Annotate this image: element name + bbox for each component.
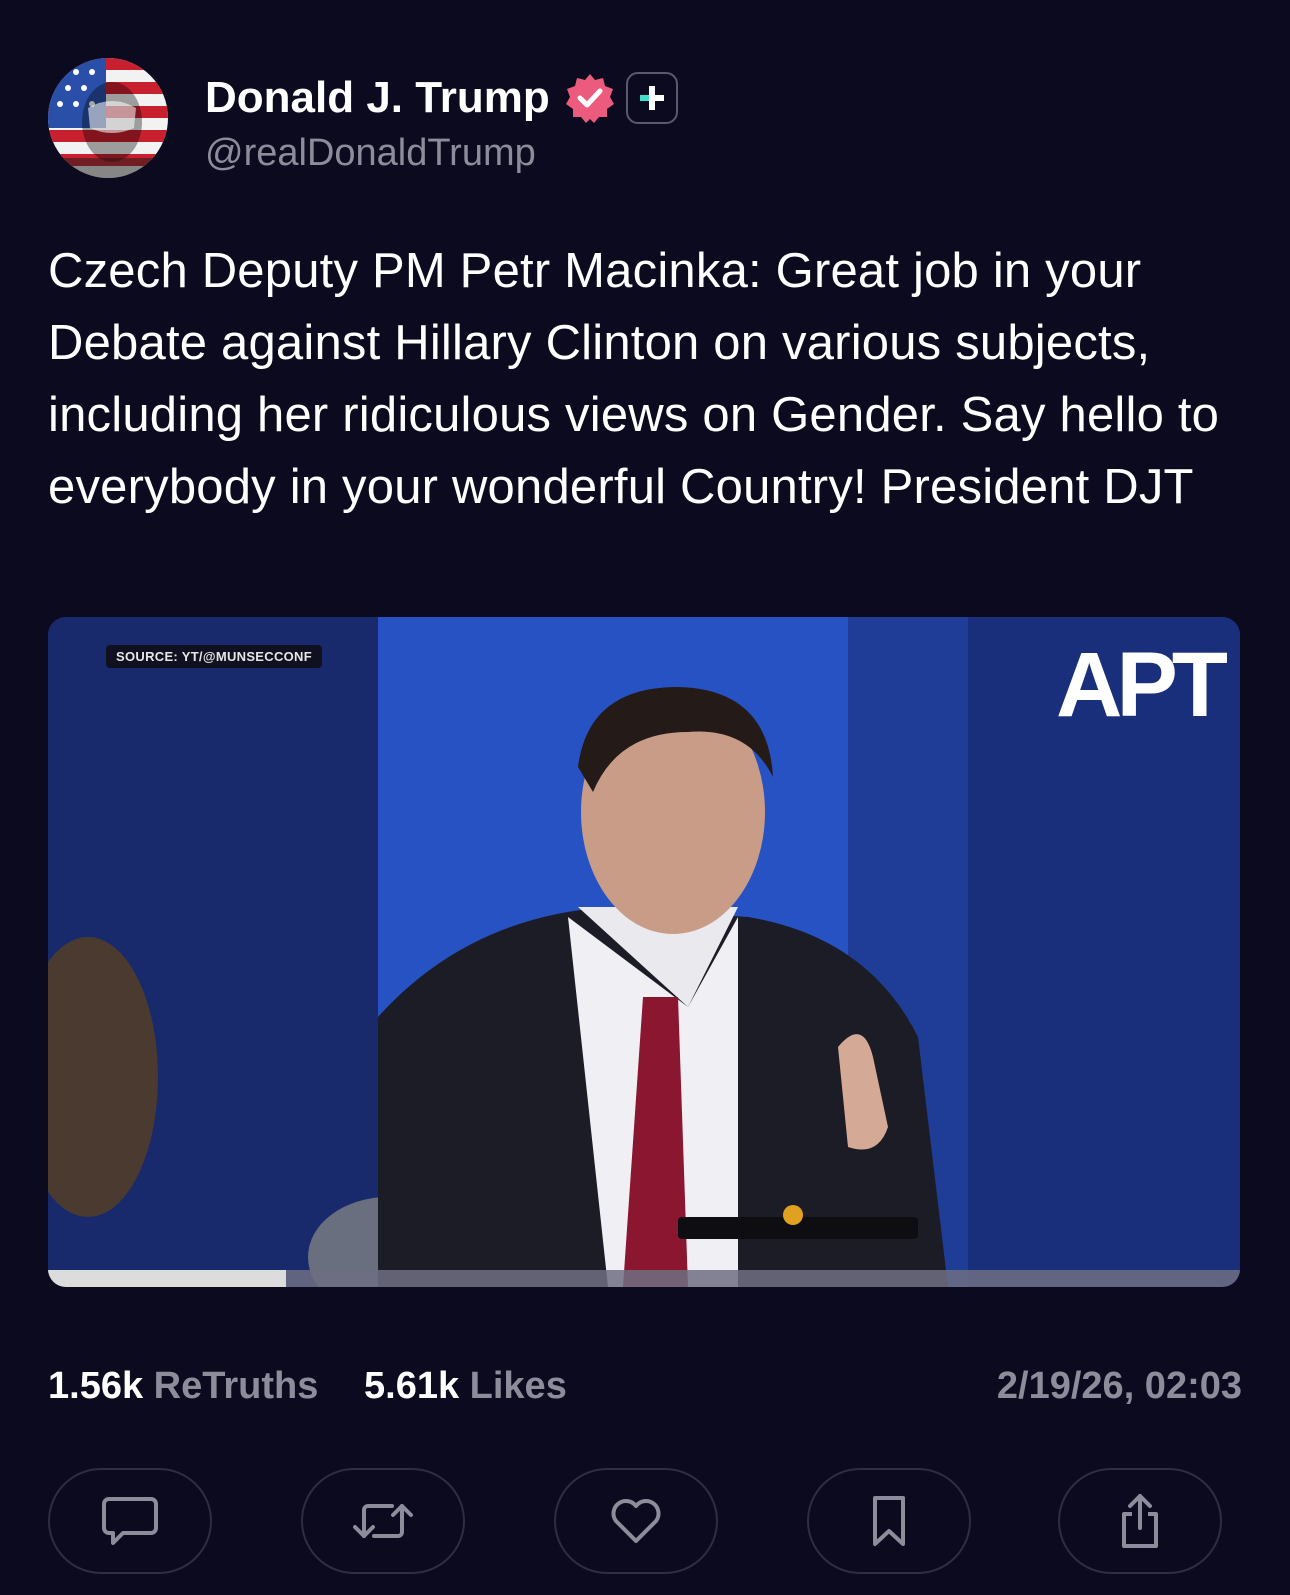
retruth-icon (353, 1504, 413, 1538)
bookmark-button[interactable] (807, 1468, 971, 1574)
retruth-button[interactable] (301, 1468, 465, 1574)
share-icon (1122, 1494, 1158, 1548)
comment-button[interactable] (48, 1468, 212, 1574)
retruths-stat[interactable]: 1.56k ReTruths (48, 1365, 318, 1408)
bookmark-icon (873, 1496, 905, 1546)
likes-label: Likes (469, 1365, 567, 1407)
post-header: Donald J. Trump @realDonaldTrump (48, 58, 1248, 182)
video-source-label: SOURCE: YT/@MUNSECCONF (106, 645, 322, 668)
retruths-label: ReTruths (153, 1365, 319, 1407)
apt-logo: APT (1056, 634, 1228, 736)
post-stats: 1.56k ReTruths 5.61k Likes 2/19/26, 02:0… (48, 1365, 1242, 1415)
video-progress-fill (48, 1270, 287, 1287)
post-actions (48, 1468, 1242, 1578)
author-display-name[interactable]: Donald J. Trump (205, 73, 550, 123)
flag-portrait-avatar-icon (48, 58, 168, 178)
like-icon (611, 1499, 661, 1543)
likes-stat[interactable]: 5.61k Likes (364, 1365, 567, 1408)
video-progress-bar[interactable] (48, 1270, 1240, 1287)
verified-badge-icon (565, 74, 614, 123)
author-handle[interactable]: @realDonaldTrump (205, 132, 536, 175)
post-timestamp: 2/19/26, 02:03 (996, 1365, 1242, 1407)
comment-icon (102, 1497, 158, 1545)
author-avatar[interactable] (48, 58, 168, 178)
plus-badge-icon (625, 72, 678, 124)
share-button[interactable] (1058, 1468, 1222, 1574)
like-button[interactable] (554, 1468, 718, 1574)
post-body-text: Czech Deputy PM Petr Macinka: Great job … (48, 244, 1220, 514)
likes-count: 5.61k (364, 1365, 460, 1407)
retruths-count: 1.56k (48, 1365, 144, 1407)
video-player[interactable]: SOURCE: YT/@MUNSECCONF APT (48, 617, 1240, 1287)
